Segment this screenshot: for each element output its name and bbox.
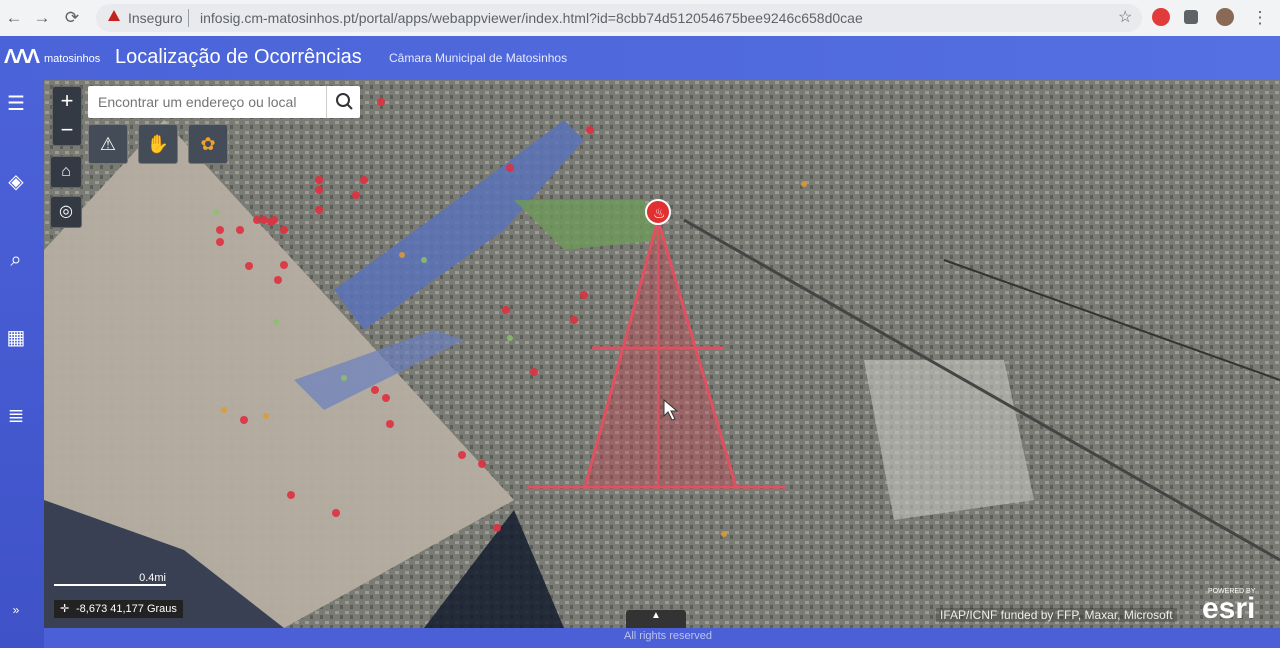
menu-icon[interactable]: ⋮ (1248, 6, 1272, 30)
esri-logo: POWERED BY esri (1202, 588, 1256, 625)
search-box (88, 86, 360, 118)
zoom-control: + − (52, 86, 82, 146)
logo-text: matosinhos (44, 53, 101, 65)
zoom-in-button[interactable]: + (53, 87, 81, 116)
map-view[interactable]: ♨ + − ⌂ ◎ ⚠ ✋ ✿ 0.4mi ✛ -8,673 41,177 Gr… (44, 80, 1280, 628)
scale-line (54, 584, 166, 586)
security-label: Inseguro (128, 10, 183, 26)
expand-icon[interactable]: » (4, 598, 28, 622)
report-widget-button[interactable]: ✋ (138, 124, 178, 164)
browser-toolbar: ← → ⟳ Inseguro infosig.cm-matosinhos.pt/… (0, 0, 1280, 37)
legend-icon[interactable]: ☰ (4, 92, 28, 116)
rights-text: All rights reserved (624, 630, 713, 642)
app-header: ɅɅɅ matosinhos Localização de Ocorrência… (0, 36, 1280, 80)
extensions-icon[interactable] (1184, 10, 1198, 24)
locate-button[interactable]: ◎ (50, 196, 82, 228)
search-button[interactable] (326, 86, 361, 118)
address-bar[interactable]: Inseguro infosig.cm-matosinhos.pt/portal… (96, 4, 1142, 32)
footer-bar: All rights reserved (44, 628, 1280, 648)
svg-text:♨: ♨ (653, 206, 666, 222)
map-imagery: ♨ (44, 80, 1280, 628)
list-icon[interactable]: ≣ (4, 404, 28, 428)
app-title: Localização de Ocorrências (115, 46, 362, 68)
star-icon[interactable]: ☆ (1118, 7, 1132, 27)
panel-handle[interactable]: ▲ (626, 610, 686, 628)
app-subtitle: Câmara Municipal de Matosinhos (389, 51, 568, 65)
esri-brand-text: esri (1202, 592, 1256, 625)
home-button[interactable]: ⌂ (50, 156, 82, 188)
fire-widget-button[interactable]: ✿ (188, 124, 228, 164)
layers-icon[interactable]: ◈ (4, 170, 28, 194)
logo-icon: ɅɅɅ (4, 46, 40, 68)
reload-icon[interactable]: ⟳ (60, 6, 84, 30)
opera-icon[interactable] (1152, 8, 1170, 26)
warning-widget-button[interactable]: ⚠ (88, 124, 128, 164)
url-text[interactable]: infosig.cm-matosinhos.pt/portal/apps/web… (200, 10, 863, 26)
map-attribution: IFAP/ICNF funded by FFP, Maxar, Microsof… (936, 608, 1177, 622)
scale-bar: 0.4mi (54, 572, 166, 590)
warning-icon (108, 10, 120, 21)
scale-label: 0.4mi (139, 572, 166, 584)
basemap-icon[interactable]: ▦ (4, 326, 28, 350)
search-input[interactable] (88, 86, 338, 118)
divider (188, 9, 189, 27)
industrial-area (864, 360, 1034, 520)
avatar[interactable] (1216, 8, 1234, 26)
back-icon[interactable]: ← (2, 6, 26, 30)
side-toolbar: ☰ ◈ ⌕ ▦ ≣ » (0, 80, 44, 648)
crosshair-icon: ✛ (60, 603, 70, 615)
search-icon (336, 93, 353, 110)
coordinate-readout[interactable]: ✛ -8,673 41,177 Graus (54, 600, 183, 618)
coordinate-value: -8,673 41,177 Graus (76, 603, 177, 615)
zoom-out-button[interactable]: − (53, 116, 81, 145)
query-icon[interactable]: ⌕ (4, 248, 28, 272)
forward-icon[interactable]: → (30, 6, 54, 30)
